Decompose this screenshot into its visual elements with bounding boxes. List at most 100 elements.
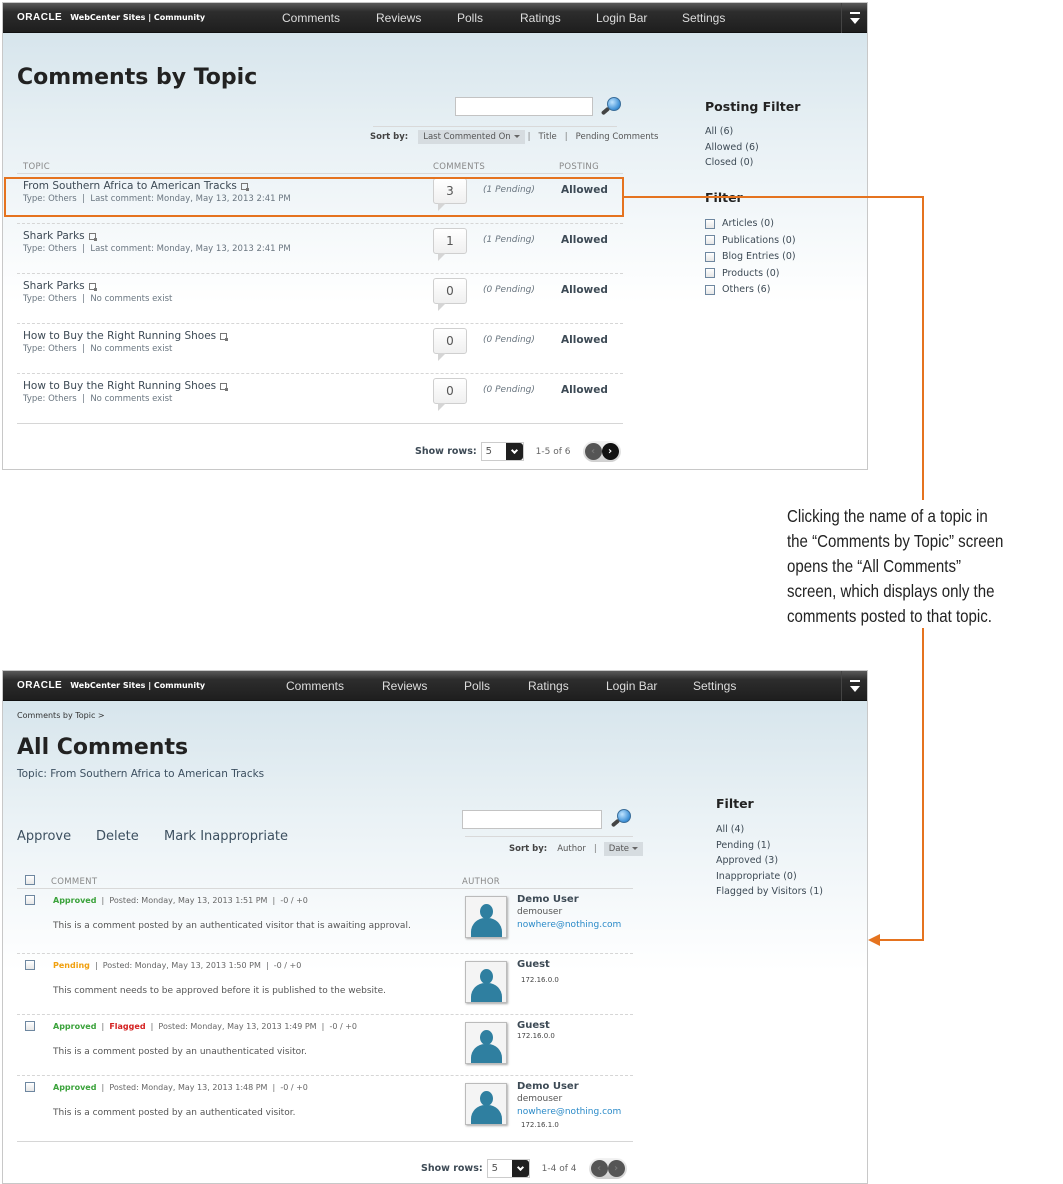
comment-count-bubble[interactable]: 0 [433, 328, 467, 361]
rows-per-page-select[interactable]: 5 [480, 442, 524, 461]
status-badge: Approved [53, 1083, 97, 1092]
column-header-comment[interactable]: COMMENT [51, 877, 97, 887]
comment-checkbox[interactable] [25, 1021, 35, 1031]
nav-login-bar[interactable]: Login Bar [606, 679, 657, 693]
search-icon[interactable] [609, 809, 631, 829]
comment-count-bubble[interactable]: 0 [433, 278, 467, 311]
filter-products[interactable]: Products (0) [705, 266, 796, 283]
approve-button[interactable]: Approve [17, 829, 71, 844]
checkbox[interactable] [705, 268, 715, 278]
separator: | [76, 394, 91, 404]
next-page-button[interactable]: › [607, 1160, 625, 1177]
separator: | [260, 961, 274, 970]
sort-title[interactable]: Title [534, 130, 562, 144]
open-external-icon[interactable] [88, 282, 97, 291]
checkbox[interactable] [705, 235, 715, 245]
nav-reviews[interactable]: Reviews [376, 11, 421, 25]
nav-ratings[interactable]: Ratings [520, 11, 561, 25]
nav-settings[interactable]: Settings [682, 11, 725, 25]
topic-title-link[interactable]: Shark Parks [23, 230, 97, 242]
prev-page-button[interactable]: ‹ [590, 1160, 608, 1177]
vote-count: -0 / +0 [280, 896, 308, 905]
nav-polls[interactable]: Polls [457, 11, 483, 25]
posting-filter-all[interactable]: All (6) [705, 124, 759, 140]
comment-text: This comment needs to be approved before… [53, 986, 386, 996]
comment-checkbox[interactable] [25, 1082, 35, 1092]
search-input[interactable] [462, 810, 602, 829]
sort-last-commented[interactable]: Last Commented On [418, 130, 525, 144]
author-email-link[interactable]: nowhere@nothing.com [517, 1107, 621, 1117]
column-header-posting[interactable]: POSTING [559, 162, 599, 172]
avatar [465, 961, 507, 1003]
checkbox[interactable] [705, 251, 715, 262]
filter-publications[interactable]: Publications (0) [705, 233, 796, 250]
divider [373, 126, 617, 127]
author-email-link[interactable]: nowhere@nothing.com [517, 920, 621, 930]
rows-per-page-select[interactable]: 5 [486, 1159, 530, 1178]
filter-inappropriate[interactable]: Inappropriate (0) [716, 869, 823, 885]
menu-dropdown-button[interactable] [841, 671, 867, 701]
search-icon[interactable] [599, 97, 621, 117]
select-all-checkbox[interactable] [25, 875, 35, 885]
brand: ORACLE WebCenter Sites | Community [17, 12, 205, 23]
posting-filter-allowed[interactable]: Allowed (6) [705, 140, 759, 156]
sort-author[interactable]: Author [557, 842, 591, 856]
sort-pending-comments[interactable]: Pending Comments [571, 130, 664, 144]
topic-type: Type: Others [23, 244, 77, 254]
author-name: Guest [517, 1020, 550, 1031]
pagination: Show rows: 5 1-4 of 4 ‹ › [421, 1158, 627, 1179]
open-external-icon[interactable] [220, 332, 229, 341]
posted-date: Posted: Monday, May 13, 2013 1:51 PM [109, 896, 268, 905]
topic-title-link[interactable]: How to Buy the Right Running Shoes [23, 330, 229, 342]
nav-comments[interactable]: Comments [282, 11, 340, 25]
nav-comments[interactable]: Comments [286, 679, 344, 693]
topic-meta: Type: Others | No comments exist [23, 344, 172, 354]
topic-title-link[interactable]: Shark Parks [23, 280, 97, 292]
nav-ratings[interactable]: Ratings [528, 679, 569, 693]
breadcrumb[interactable]: Comments by Topic > [17, 711, 105, 720]
column-header-comments[interactable]: COMMENTS [433, 162, 485, 172]
oracle-logo: ORACLE [17, 12, 63, 23]
filter-blog-entries[interactable]: Blog Entries (0) [705, 249, 796, 266]
checkbox[interactable] [705, 284, 715, 295]
nav-login-bar[interactable]: Login Bar [596, 11, 647, 25]
filter-label: Publications (0) [722, 234, 796, 246]
open-external-icon[interactable] [88, 232, 97, 241]
posting-filter-closed[interactable]: Closed (0) [705, 155, 759, 171]
column-header-topic[interactable]: TOPIC [23, 162, 50, 172]
show-rows-label: Show rows: [415, 446, 477, 457]
menu-dropdown-button[interactable] [841, 3, 867, 33]
filter-label: Others (6) [722, 284, 771, 295]
open-external-icon[interactable] [220, 382, 229, 391]
separator: | [527, 132, 531, 142]
filter-flagged-by-visitors[interactable]: Flagged by Visitors (1) [716, 884, 823, 900]
comment-count-bubble[interactable]: 1 [433, 228, 467, 261]
menu-dropdown-icon [850, 12, 860, 14]
checkbox[interactable] [705, 218, 715, 229]
comment-count-bubble[interactable]: 0 [433, 378, 467, 411]
avatar [465, 1083, 507, 1125]
nav-reviews[interactable]: Reviews [382, 679, 427, 693]
pending-count: (0 Pending) [483, 285, 535, 295]
next-page-button[interactable]: › [601, 443, 619, 460]
filter-approved[interactable]: Approved (3) [716, 853, 823, 869]
comment-checkbox[interactable] [25, 895, 35, 905]
nav-settings[interactable]: Settings [693, 679, 736, 693]
chevron-down-icon [505, 443, 523, 460]
comment-checkbox[interactable] [25, 960, 35, 970]
filter-others[interactable]: Others (6) [705, 282, 796, 299]
filter-articles[interactable]: Articles (0) [705, 216, 796, 233]
sort-date[interactable]: Date [603, 842, 644, 856]
mark-inappropriate-button[interactable]: Mark Inappropriate [164, 829, 288, 844]
nav-polls[interactable]: Polls [464, 679, 490, 693]
topic-title: How to Buy the Right Running Shoes [23, 380, 217, 392]
filter-pending[interactable]: Pending (1) [716, 838, 823, 854]
author-name: Guest [517, 959, 550, 970]
delete-button[interactable]: Delete [96, 829, 139, 844]
prev-page-button[interactable]: ‹ [584, 443, 602, 460]
topic-title-link[interactable]: How to Buy the Right Running Shoes [23, 380, 229, 392]
filter-all[interactable]: All (4) [716, 822, 823, 838]
author-ip: 172.16.1.0 [521, 1121, 559, 1129]
search-input[interactable] [455, 97, 593, 116]
column-header-author[interactable]: AUTHOR [462, 877, 500, 887]
